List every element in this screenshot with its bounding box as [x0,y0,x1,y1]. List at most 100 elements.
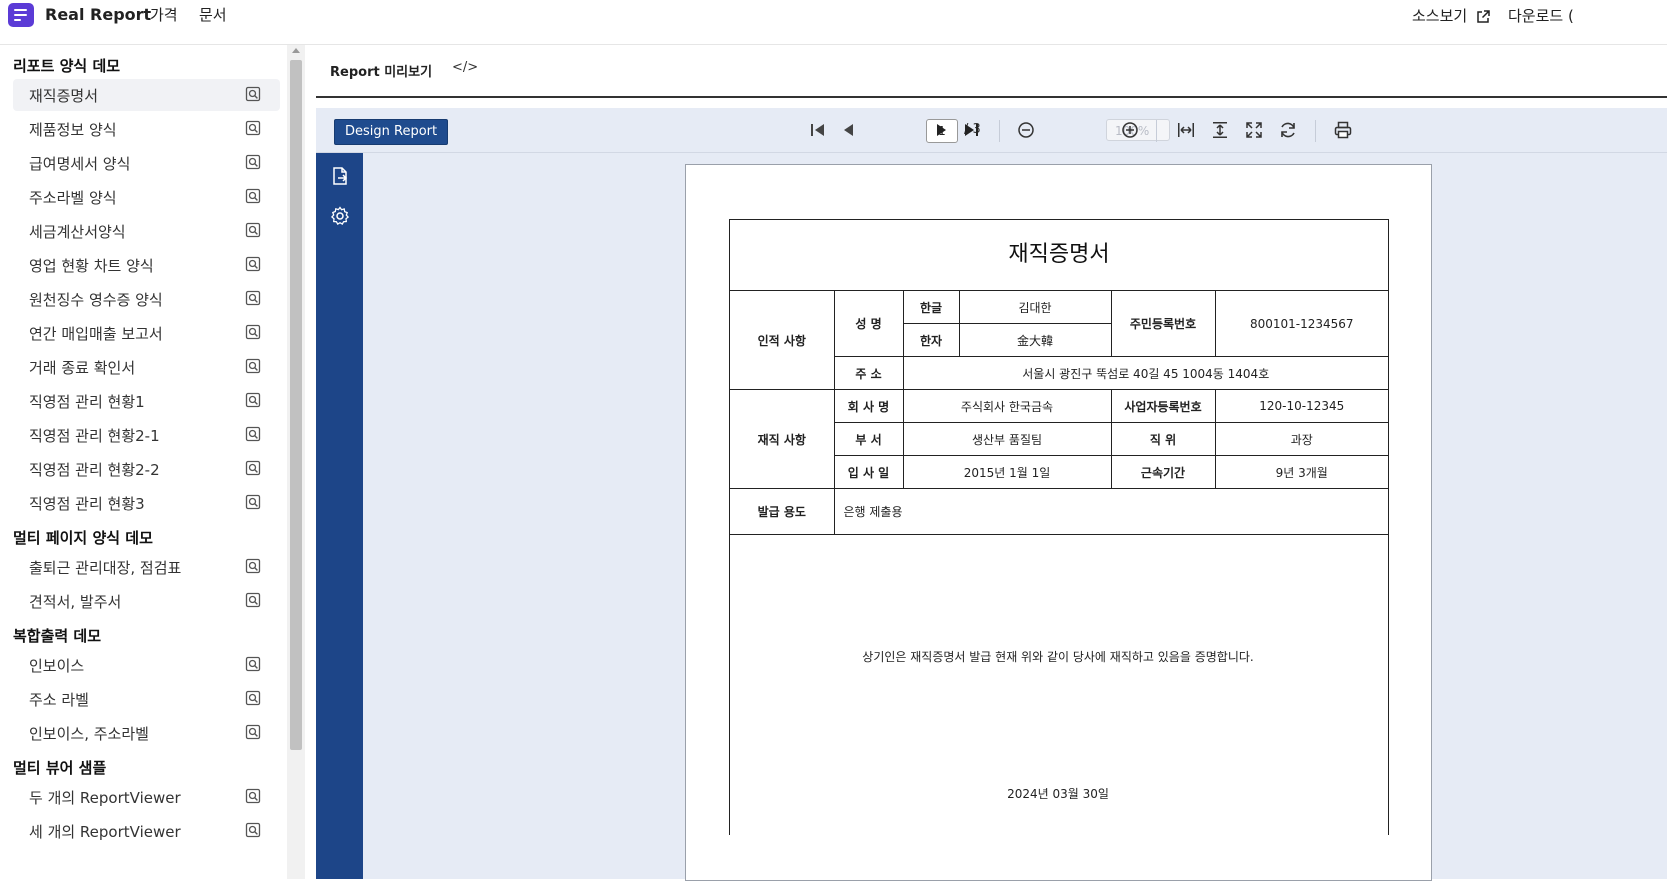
sidebar-item[interactable]: 두 개의 ReportViewer [13,781,280,813]
bizno-label: 사업자등록번호 [1110,389,1216,423]
sidebar-item[interactable]: 인보이스, 주소라벨 [13,717,280,749]
issue-date: 2024년 03월 30일 [1007,787,1109,801]
previous-page-icon[interactable] [839,120,859,140]
sidebar-item-label: 거래 종료 확인서 [29,359,136,377]
preview-search-icon[interactable] [245,822,261,838]
sidebar-scroll-thumb[interactable] [290,60,302,750]
last-page-icon[interactable] [961,120,981,140]
toolbar-separator [1315,120,1316,142]
sidebar-item[interactable]: 직영점 관리 현황2-2 [13,453,280,485]
preview-search-icon[interactable] [245,188,261,204]
preview-search-icon[interactable] [245,324,261,340]
tab-code-view[interactable]: </> [452,60,478,75]
sidebar-item[interactable]: 원천징수 영수증 양식 [13,283,280,315]
sidebar-item[interactable]: 제품정보 양식 [13,113,280,145]
sidebar-item-label: 두 개의 ReportViewer [29,789,181,807]
sidebar-item[interactable]: 주소라벨 양식 [13,181,280,213]
sidebar-item[interactable]: 세금계산서양식 [13,215,280,247]
sidebar-item[interactable]: 재직증명서 [13,79,280,111]
first-page-icon[interactable] [808,120,828,140]
fullscreen-icon[interactable] [1244,120,1264,140]
personal-section-label: 인적 사항 [730,291,835,390]
sidebar: 리포트 양식 데모 재직증명서 제품정보 양식 급여명세서 양식 주소라벨 양식 세금계산… [0,45,288,879]
design-report-button[interactable]: Design Report [334,119,449,145]
sidebar-item[interactable]: 거래 종료 확인서 [13,351,280,383]
preview-search-icon[interactable] [245,86,261,102]
sidebar-item[interactable]: 직영점 관리 현황3 [13,487,280,519]
download-link[interactable]: 다운로드 ( [1508,5,1574,26]
hanja-label: 한자 [903,323,960,357]
scroll-up-arrow-icon[interactable] [292,48,300,53]
hangul-label: 한글 [902,291,960,324]
sidebar-item[interactable]: 직영점 관리 현황2-1 [13,419,280,451]
view-source-label: 소스보기 [1412,7,1468,25]
sidebar-item-label: 직영점 관리 현황3 [29,495,145,513]
sidebar-item[interactable]: 영업 현황 차트 양식 [13,249,280,281]
sidebar-item[interactable]: 주소 라벨 [13,683,280,715]
settings-gear-icon[interactable] [329,205,351,227]
sidebar-item-label: 직영점 관리 현황1 [29,393,145,411]
view-source-link[interactable]: 소스보기 [1412,5,1490,26]
document-title: 재직증명서 [730,220,1388,291]
preview-search-icon[interactable] [245,494,261,510]
nav-docs[interactable]: 문서 [199,4,227,25]
sidebar-item[interactable]: 인보이스 [13,649,280,681]
export-document-icon[interactable] [329,165,351,187]
next-page-icon[interactable] [931,120,951,140]
tab-report-preview[interactable]: Report 미리보기 [330,61,432,80]
preview-search-icon[interactable] [245,656,261,672]
sidebar-item[interactable]: 출퇴근 관리대장, 점검표 [13,551,280,583]
preview-search-icon[interactable] [245,358,261,374]
preview-search-icon[interactable] [245,724,261,740]
preview-search-icon[interactable] [245,460,261,476]
fit-width-icon[interactable] [1176,120,1196,140]
sidebar-item-label: 급여명세서 양식 [29,155,131,173]
external-link-icon [1477,9,1490,23]
sidebar-item-label: 연간 매입매출 보고서 [29,325,163,343]
sidebar-item[interactable]: 견적서, 발주서 [13,585,280,617]
sidebar-item-label: 원천징수 영수증 양식 [29,291,163,309]
sidebar-item-label: 주소라벨 양식 [29,189,117,207]
viewer-side-panel [316,153,363,879]
sidebar-item[interactable]: 세 개의 ReportViewer [13,815,280,847]
sidebar-item-label: 주소 라벨 [29,691,89,709]
preview-search-icon[interactable] [245,788,261,804]
preview-search-icon[interactable] [245,256,261,272]
hire-date-value: 2015년 1월 1일 [902,455,1112,489]
brand-logo-icon[interactable] [8,3,34,27]
preview-search-icon[interactable] [245,426,261,442]
preview-search-icon[interactable] [245,222,261,238]
tenure-label: 근속기간 [1110,455,1216,489]
print-icon[interactable] [1333,120,1353,140]
employment-section-label: 재직 사항 [730,389,835,489]
toolbar-separator [1156,120,1157,142]
preview-search-icon[interactable] [245,290,261,306]
refresh-icon[interactable] [1278,120,1298,140]
sidebar-item[interactable]: 직영점 관리 현황1 [13,385,280,417]
address-label: 주 소 [834,356,904,390]
preview-search-icon[interactable] [245,120,261,136]
preview-search-icon[interactable] [245,154,261,170]
preview-search-icon[interactable] [245,558,261,574]
sidebar-item[interactable]: 연간 매입매출 보고서 [13,317,280,349]
sidebar-item-label: 출퇴근 관리대장, 점검표 [29,559,182,577]
tenure-value: 9년 3개월 [1214,455,1388,489]
brand-name[interactable]: Real Report [45,5,151,24]
fit-height-icon[interactable] [1210,120,1230,140]
preview-search-icon[interactable] [245,592,261,608]
nav-pricing[interactable]: 가격 [150,4,178,25]
zoom-in-icon[interactable] [1120,120,1140,140]
sidebar-item[interactable]: 급여명세서 양식 [13,147,280,179]
report-page: 재직증명서 인적 사항 성 명 한글 김대한 주민등록번호 800101-123… [685,164,1432,881]
zoom-out-icon[interactable] [1016,120,1036,140]
preview-search-icon[interactable] [245,690,261,706]
sidebar-item-label: 직영점 관리 현황2-2 [29,461,160,479]
address-value: 서울시 광진구 뚝섬로 40길 45 1004동 1404호 [902,356,1388,390]
position-value: 과장 [1214,422,1388,456]
preview-search-icon[interactable] [245,392,261,408]
hire-date-label: 입 사 일 [834,455,904,489]
certificate-table: 인적 사항 성 명 한글 김대한 주민등록번호 800101-1234567 한… [730,291,1388,535]
viewer-toolbar: Design Report 1 / 3 100% [316,108,1667,153]
sidebar-item-label: 직영점 관리 현황2-1 [29,427,160,445]
position-label: 직 위 [1110,422,1216,456]
